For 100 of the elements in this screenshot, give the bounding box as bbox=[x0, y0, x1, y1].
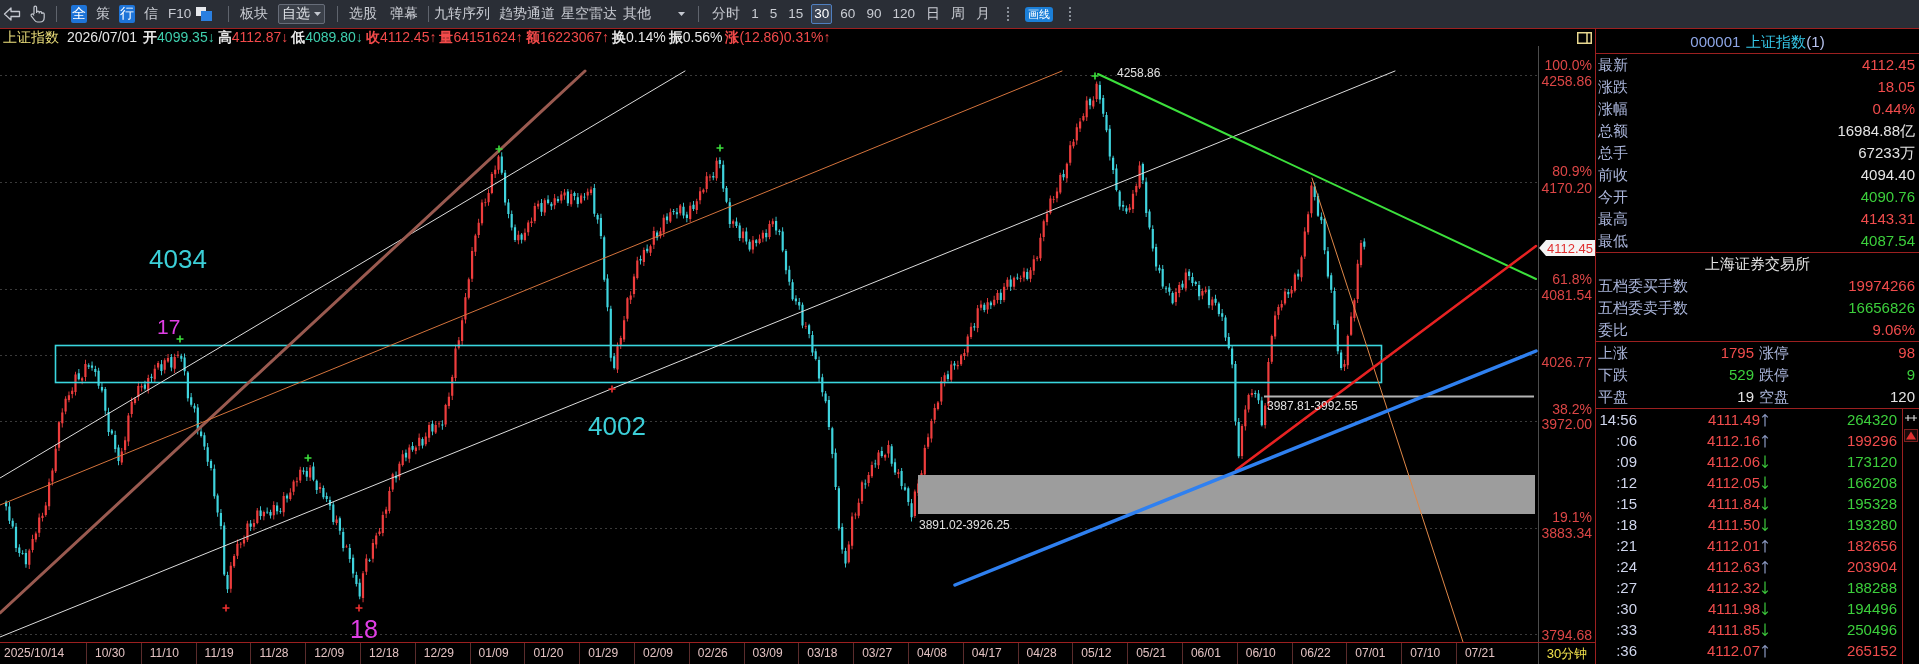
tick-time: :18 bbox=[1615, 515, 1637, 535]
date-label: 05/21 bbox=[1136, 646, 1167, 660]
tick-price: 4111.84 bbox=[1707, 494, 1760, 514]
date-label: 12/18 bbox=[369, 646, 399, 660]
draw-button[interactable]: 画线 bbox=[1024, 6, 1053, 22]
quote-label: 最新 bbox=[1598, 55, 1628, 75]
tick-price: 4111.85 bbox=[1707, 620, 1760, 640]
triangle-up-icon[interactable] bbox=[1904, 429, 1918, 442]
tick-volume: 193280 bbox=[1846, 515, 1897, 535]
quote-label: 五档委卖手数 bbox=[1598, 298, 1688, 318]
period-tab[interactable]: 5 bbox=[766, 4, 781, 24]
security-name: 上证指数 bbox=[1746, 31, 1807, 52]
axis-price-label: 4258.86 bbox=[1541, 73, 1592, 89]
period-tab[interactable]: 分时 bbox=[709, 4, 744, 24]
quote-value: 67233万 bbox=[1858, 143, 1915, 163]
span-bracket-icon[interactable] bbox=[1905, 414, 1917, 422]
date-label: 06/01 bbox=[1190, 646, 1221, 660]
date-label: 02/09 bbox=[642, 646, 673, 660]
dropdown-button[interactable]: 自选 bbox=[278, 4, 326, 24]
level-label: 4034 bbox=[149, 244, 207, 274]
count-label: 18 bbox=[350, 615, 378, 642]
period-tab[interactable]: 30 bbox=[811, 4, 833, 24]
tick-volume: 264320 bbox=[1846, 410, 1897, 430]
period-tab[interactable]: 60 bbox=[837, 4, 859, 24]
date-label: 05/12 bbox=[1081, 646, 1112, 660]
breadth-value: 1795 bbox=[1720, 343, 1754, 363]
breadth-label: 涨停 bbox=[1759, 343, 1789, 363]
date-label: 03/09 bbox=[752, 646, 783, 660]
breadth-value: 120 bbox=[1889, 387, 1915, 407]
panel-layout-icon[interactable] bbox=[1577, 31, 1592, 44]
field-label: 振 bbox=[668, 29, 683, 46]
tick-volume: 166208 bbox=[1846, 473, 1897, 493]
view-tab[interactable]: 行 bbox=[119, 5, 135, 23]
view-tab[interactable]: 信 bbox=[143, 5, 159, 23]
quote-label: 委比 bbox=[1598, 320, 1628, 340]
period-tab[interactable]: 1 bbox=[748, 4, 762, 24]
field-label: 高 bbox=[217, 29, 232, 46]
period-tab[interactable]: 120 bbox=[889, 4, 918, 24]
tick-time: :06 bbox=[1615, 431, 1637, 451]
axis-percent-label: 61.8% bbox=[1552, 271, 1592, 287]
field-label: 换 bbox=[612, 29, 627, 46]
field-value: 4099.35↓ bbox=[157, 29, 215, 46]
toolbar-button[interactable]: 板块 bbox=[240, 4, 269, 24]
field-value: 4112.45↑ bbox=[379, 29, 437, 46]
axis-price-label: 3972.00 bbox=[1541, 416, 1592, 432]
field-value: 4089.80↓ bbox=[305, 29, 363, 46]
overlapping-squares-icon[interactable] bbox=[195, 6, 214, 22]
toolbar-button[interactable]: 九转序列 bbox=[434, 4, 491, 24]
view-tab[interactable]: 策 bbox=[95, 5, 111, 23]
back-icon[interactable] bbox=[3, 6, 21, 22]
view-tab[interactable]: F10 bbox=[167, 5, 193, 23]
date-label: 07/01 bbox=[1355, 646, 1386, 660]
period-tab[interactable]: 15 bbox=[785, 4, 807, 24]
quote-label: 涨跌 bbox=[1598, 77, 1628, 97]
tick-time: :09 bbox=[1615, 452, 1637, 472]
date-label: 04/28 bbox=[1026, 646, 1057, 660]
quote-value: 9.06% bbox=[1872, 320, 1915, 340]
toolbar-button[interactable]: 星空雷达 bbox=[561, 4, 618, 24]
security-code: 000001 bbox=[1690, 31, 1741, 52]
dropdown-button[interactable]: 其他 bbox=[623, 4, 686, 24]
field-value: 0.56% bbox=[682, 29, 723, 46]
period-tab[interactable]: 日 bbox=[922, 4, 943, 24]
exchange-name: 上海证券交易所 bbox=[1705, 254, 1810, 274]
toolbar-button[interactable]: 趋势通道 bbox=[499, 4, 556, 24]
count-label: 17 bbox=[157, 315, 181, 338]
breadth-value: 9 bbox=[1906, 365, 1915, 385]
field-label: 低 bbox=[291, 29, 306, 46]
toolbar-button[interactable]: 选股 bbox=[349, 4, 378, 24]
quote-label: 最低 bbox=[1598, 231, 1628, 251]
tick-volume: 188288 bbox=[1846, 578, 1897, 598]
quote-value: 0.44% bbox=[1872, 99, 1915, 119]
tick-time: :27 bbox=[1615, 578, 1637, 598]
tick-time: :36 bbox=[1615, 641, 1637, 661]
period-tab[interactable]: 周 bbox=[947, 4, 968, 24]
tick-volume: 182656 bbox=[1846, 536, 1897, 556]
field-value: (12.86)0.31%↑ bbox=[739, 29, 831, 46]
date-label: 10/30 bbox=[95, 646, 126, 660]
quote-label: 今开 bbox=[1598, 187, 1628, 207]
period-tab[interactable]: 90 bbox=[863, 4, 885, 24]
tick-price: 4112.01 bbox=[1705, 536, 1760, 556]
quote-label: 涨幅 bbox=[1598, 99, 1628, 119]
quote-value: 19974266 bbox=[1848, 276, 1915, 296]
toolbar-button[interactable]: 弹幕 bbox=[390, 4, 419, 24]
quote-value: 4094.40 bbox=[1860, 165, 1915, 185]
date-label: 06/10 bbox=[1245, 646, 1276, 660]
period-tab[interactable]: 月 bbox=[972, 4, 993, 24]
tick-time: :15 bbox=[1615, 494, 1637, 514]
breadth-value: 529 bbox=[1728, 365, 1754, 385]
tick-volume: 203904 bbox=[1846, 557, 1897, 577]
tick-time: :21 bbox=[1615, 536, 1637, 556]
quote-value: 16984.88亿 bbox=[1837, 121, 1915, 141]
date-label: 07/21 bbox=[1464, 646, 1495, 660]
axis-price-label: 4170.20 bbox=[1541, 180, 1592, 196]
view-tab[interactable]: 全 bbox=[71, 5, 87, 23]
axis-percent-label: 38.2% bbox=[1552, 401, 1592, 417]
breadth-label: 平盘 bbox=[1598, 387, 1628, 407]
date-label: 01/29 bbox=[588, 646, 619, 660]
date-label: 01/09 bbox=[478, 646, 509, 660]
field-label: 收 bbox=[365, 29, 380, 46]
pointer-hand-icon[interactable] bbox=[29, 5, 45, 23]
